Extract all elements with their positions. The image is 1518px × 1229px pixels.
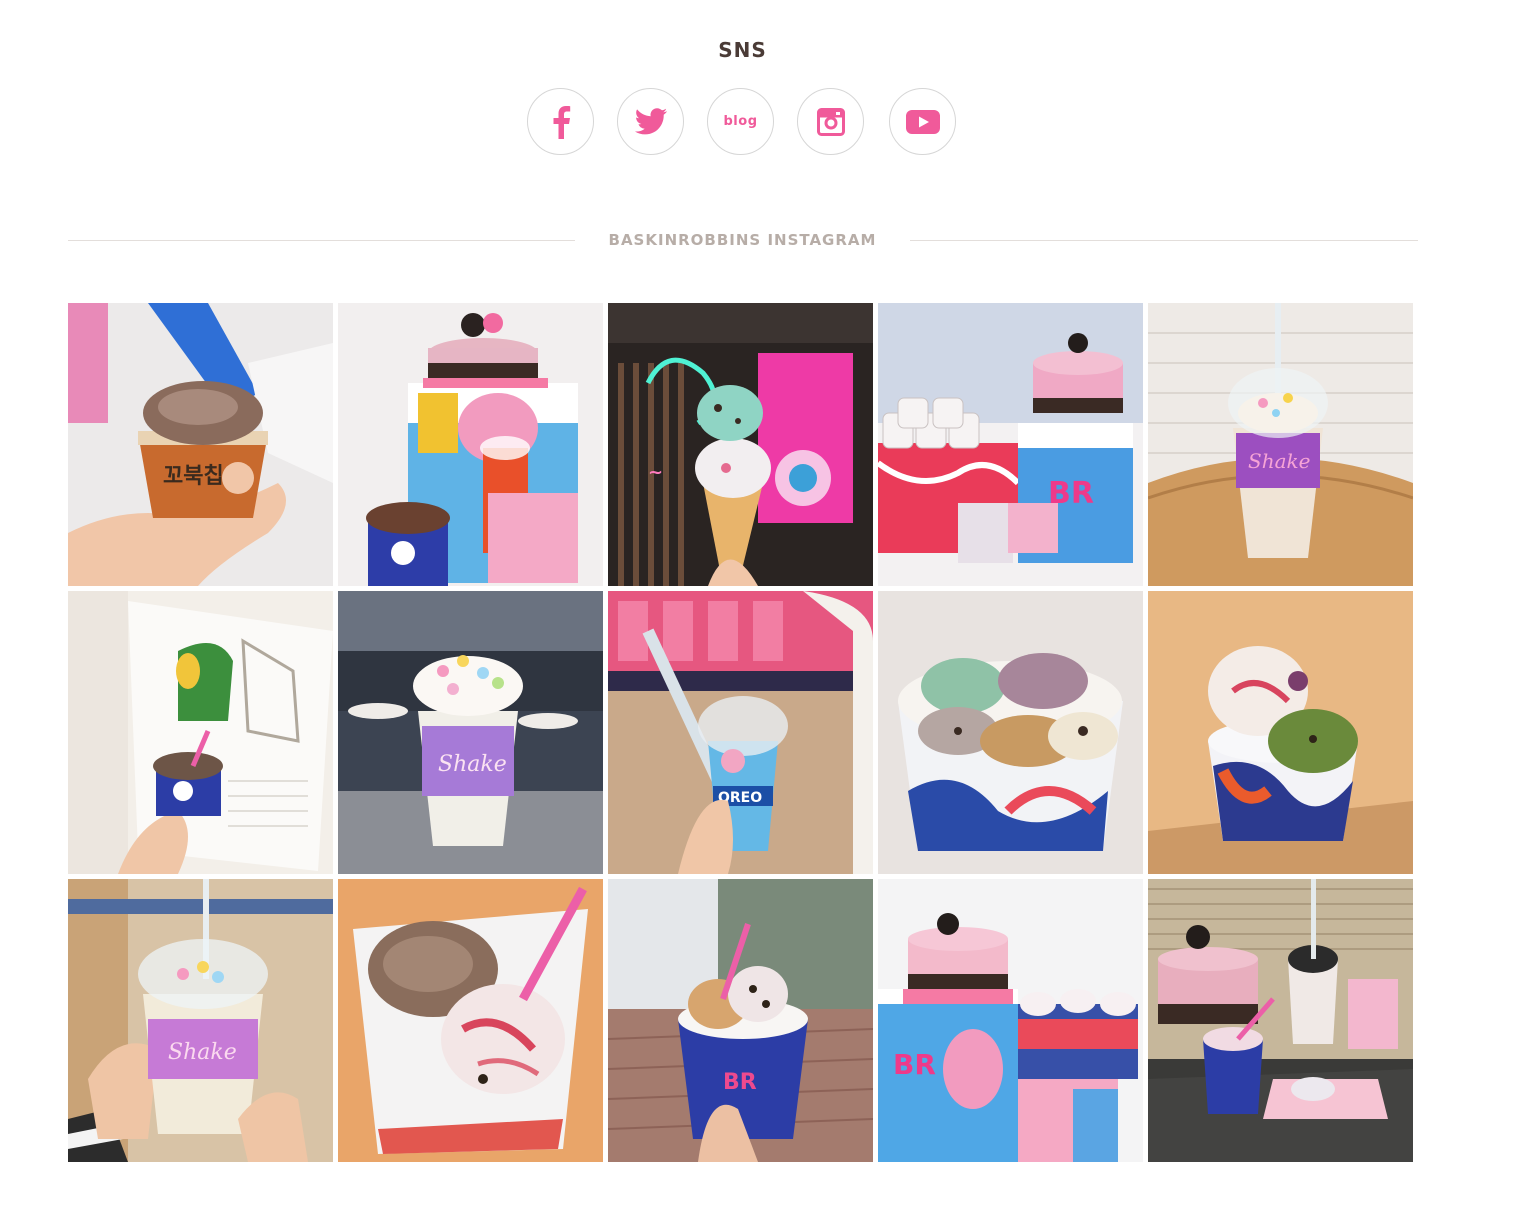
instagram-post[interactable]: [878, 591, 1143, 874]
instagram-post[interactable]: ~: [608, 303, 873, 586]
twitter-icon: [634, 107, 667, 134]
instagram-post[interactable]: [68, 591, 333, 874]
post-photo: [1148, 591, 1413, 874]
youtube-button[interactable]: [889, 88, 956, 155]
svg-text:Shake: Shake: [438, 752, 507, 777]
post-photo: [1148, 879, 1413, 1162]
instagram-post[interactable]: Shake: [68, 879, 333, 1162]
post-photo: BR: [878, 303, 1143, 586]
facebook-button[interactable]: [527, 88, 594, 155]
post-photo: ~: [608, 303, 873, 586]
post-photo: BR: [608, 879, 873, 1162]
sns-title: SNS: [718, 38, 767, 62]
twitter-button[interactable]: [617, 88, 684, 155]
svg-text:BR: BR: [893, 1048, 936, 1081]
svg-text:Shake: Shake: [168, 1040, 237, 1065]
facebook-icon: [553, 105, 570, 139]
post-photo: Shake: [68, 879, 333, 1162]
instagram-post[interactable]: BR: [878, 303, 1143, 586]
divider-left: [68, 240, 575, 241]
post-photo: [338, 879, 603, 1162]
instagram-post[interactable]: BR: [608, 879, 873, 1162]
svg-text:Shake: Shake: [1248, 449, 1310, 473]
instagram-post[interactable]: OREO: [608, 591, 873, 874]
blog-icon: blog: [723, 114, 758, 129]
post-photo: Shake: [1148, 303, 1413, 586]
instagram-post[interactable]: BR: [878, 879, 1143, 1162]
svg-text:~: ~: [648, 462, 663, 483]
instagram-button[interactable]: [797, 88, 864, 155]
instagram-post[interactable]: Shake: [338, 591, 603, 874]
youtube-icon: [905, 109, 940, 134]
post-photo: [338, 303, 603, 586]
instagram-post[interactable]: [338, 879, 603, 1162]
divider-right: [910, 240, 1418, 241]
instagram-title: BASKINROBBINS INSTAGRAM: [608, 231, 877, 249]
blog-button[interactable]: blog: [707, 88, 774, 155]
svg-text:꼬북칩: 꼬북칩: [163, 464, 224, 489]
instagram-post[interactable]: 꼬북칩: [68, 303, 333, 586]
svg-text:BR: BR: [723, 1070, 757, 1095]
post-photo: 꼬북칩: [68, 303, 333, 586]
post-photo: [68, 591, 333, 874]
instagram-post[interactable]: [1148, 879, 1413, 1162]
post-photo: OREO: [608, 591, 873, 874]
post-photo: [878, 591, 1143, 874]
instagram-grid: 꼬북칩 ~ BR Shake Shake OREO Shake BR BR: [68, 303, 1414, 1162]
instagram-icon: [816, 107, 845, 136]
instagram-post[interactable]: [338, 303, 603, 586]
instagram-post[interactable]: [1148, 591, 1413, 874]
instagram-post[interactable]: Shake: [1148, 303, 1413, 586]
post-photo: BR: [878, 879, 1143, 1162]
post-photo: Shake: [338, 591, 603, 874]
